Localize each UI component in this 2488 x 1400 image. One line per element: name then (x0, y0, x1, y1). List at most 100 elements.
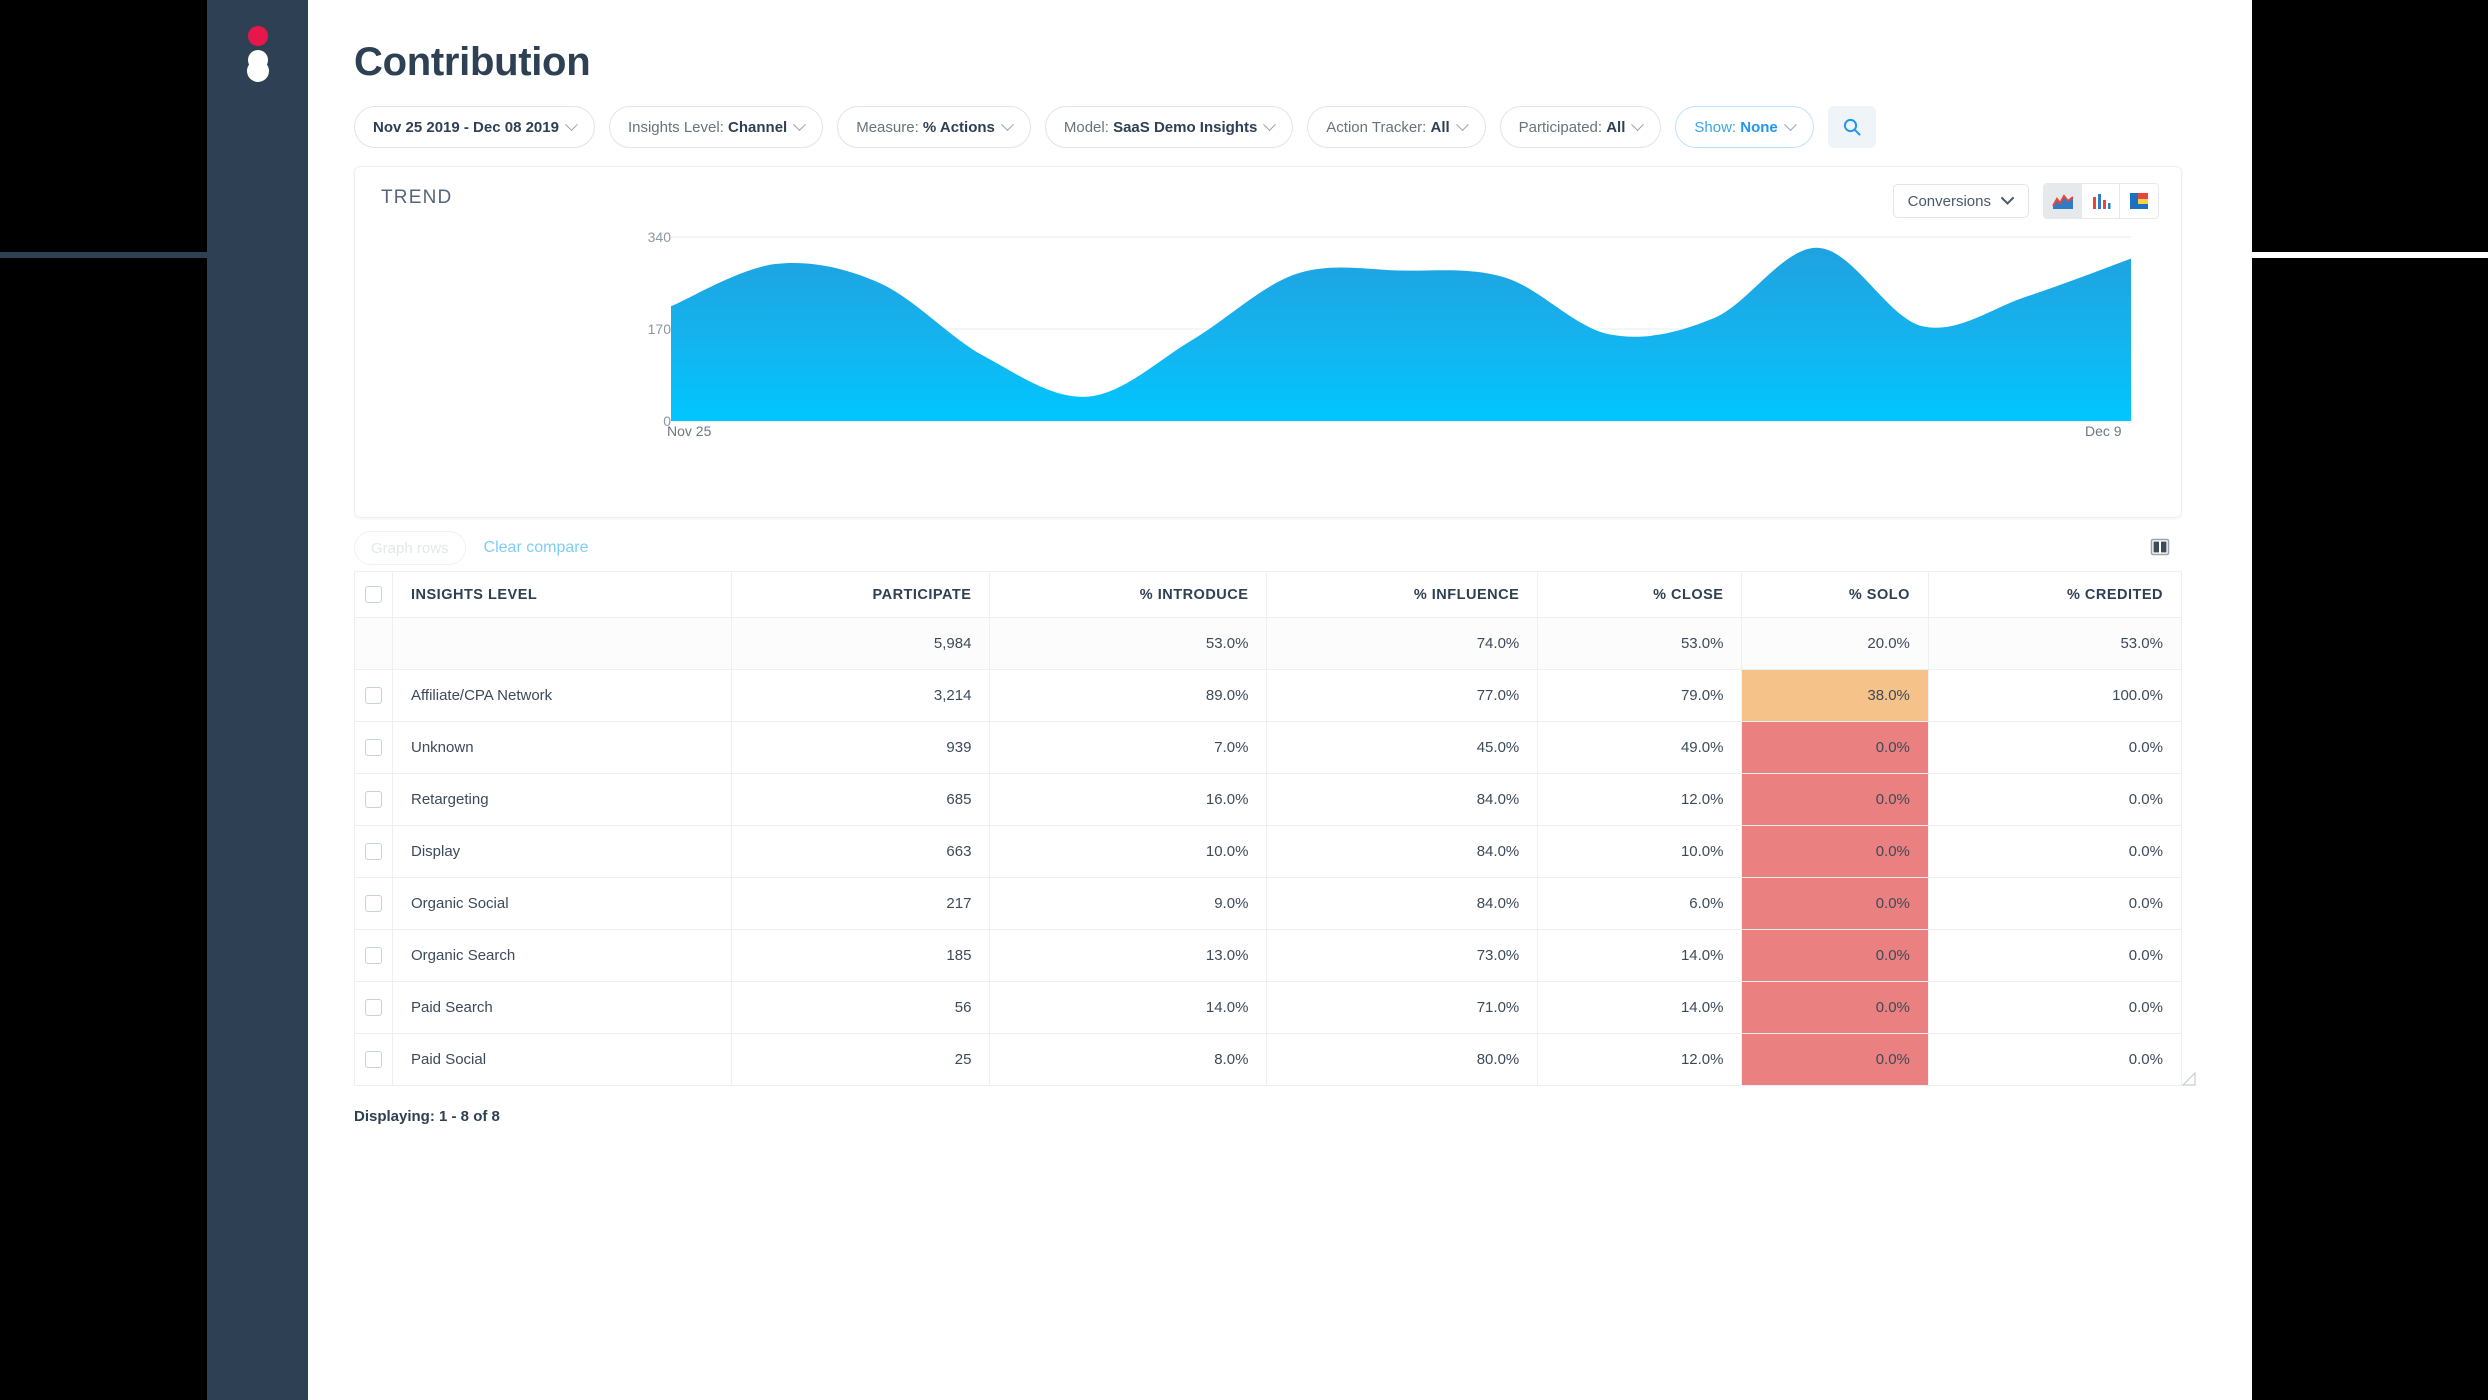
row-solo: 0.0% (1741, 773, 1929, 826)
row-close: 12.0% (1537, 773, 1743, 826)
frame-divider-left (0, 252, 207, 258)
column-header-insights-level[interactable]: INSIGHTS LEVEL (392, 571, 732, 618)
page-title: Contribution (354, 40, 591, 84)
row-checkbox-cell (354, 669, 393, 722)
column-header-participate[interactable]: PARTICIPATE (730, 571, 991, 618)
insights-level-filter-value: Channel (728, 118, 788, 136)
graph-rows-button[interactable]: Graph rows (354, 531, 466, 565)
table-summary-row: 5,984 53.0% 74.0% 53.0% 20.0% 53.0% (354, 617, 2183, 670)
table-row[interactable]: Paid Search 56 14.0% 71.0% 14.0% 0.0% 0.0% (354, 981, 2183, 1034)
columns-layout-icon[interactable] (2150, 537, 2170, 562)
row-introduce: 10.0% (989, 825, 1268, 878)
model-filter-label: Model: SaaS Demo Insights (1064, 119, 1257, 136)
row-credited: 100.0% (1927, 669, 2183, 722)
row-influence: 80.0% (1266, 1033, 1539, 1086)
select-all-checkbox[interactable] (365, 586, 382, 603)
row-checkbox[interactable] (365, 999, 382, 1017)
column-header-solo[interactable]: % SOLO (1741, 571, 1929, 618)
row-name: Paid Search (392, 981, 732, 1034)
clear-compare-link[interactable]: Clear compare (484, 539, 589, 557)
chevron-down-icon (1001, 117, 1014, 131)
measure-filter-lead: Measure: (856, 118, 923, 136)
row-influence: 84.0% (1266, 825, 1539, 878)
chevron-down-icon (565, 117, 578, 131)
action-tracker-filter-label: Action Tracker: All (1326, 119, 1449, 136)
row-solo: 0.0% (1741, 1033, 1929, 1086)
table-row[interactable]: Retargeting 685 16.0% 84.0% 12.0% 0.0% 0.0% (354, 773, 2183, 826)
row-solo: 0.0% (1741, 825, 1929, 878)
app-logo[interactable] (238, 26, 278, 92)
table-row[interactable]: Organic Social 217 9.0% 84.0% 6.0% 0.0% 0.0% (354, 877, 2183, 930)
chart-controls: Conversions (1892, 183, 2159, 219)
date-range-filter-label: Nov 25 2019 - Dec 08 2019 (373, 119, 559, 136)
chevron-down-icon (793, 117, 807, 131)
row-credited: 0.0% (1927, 773, 2183, 826)
logo-white-dot-lower-icon (246, 60, 269, 82)
displaying-count: Displaying: 1 - 8 of 8 (354, 1108, 500, 1125)
table-row[interactable]: Display 663 10.0% 84.0% 10.0% 0.0% 0.0% (354, 825, 2183, 878)
column-header-credited[interactable]: % CREDITED (1927, 571, 2183, 618)
row-participate: 56 (730, 981, 991, 1034)
measure-filter[interactable]: Measure: % Actions (837, 106, 1031, 148)
chevron-down-icon (1455, 117, 1469, 131)
row-checkbox[interactable] (365, 791, 382, 809)
table-header: INSIGHTS LEVEL PARTICIPATE % INTRODUCE %… (354, 571, 2183, 618)
metric-select[interactable]: Conversions (1892, 184, 2029, 218)
row-checkbox-cell (354, 981, 393, 1034)
app-sidebar (207, 0, 308, 1400)
row-close: 12.0% (1537, 1033, 1743, 1086)
x-axis-tick: Nov 25 (667, 423, 712, 439)
row-name: Unknown (392, 721, 732, 774)
page-canvas: Contribution Nov 25 2019 - Dec 08 2019 In… (308, 0, 2252, 1400)
area-chart-icon (2051, 194, 2074, 209)
row-checkbox[interactable] (365, 1051, 382, 1069)
measure-filter-label: Measure: % Actions (856, 119, 995, 136)
row-participate: 939 (730, 721, 991, 774)
model-filter[interactable]: Model: SaaS Demo Insights (1044, 106, 1294, 148)
row-checkbox-cell (354, 825, 393, 878)
row-checkbox-cell (354, 773, 393, 826)
insights-level-filter[interactable]: Insights Level: Channel (608, 106, 824, 148)
column-header-close[interactable]: % CLOSE (1537, 571, 1743, 618)
show-filter[interactable]: Show: None (1675, 106, 1814, 148)
row-checkbox-cell (354, 721, 393, 774)
table-row[interactable]: Organic Search 185 13.0% 73.0% 14.0% 0.0% 0.0% (354, 929, 2183, 982)
row-introduce: 7.0% (989, 721, 1268, 774)
action-tracker-filter[interactable]: Action Tracker: All (1307, 106, 1486, 148)
bar-chart-toggle[interactable] (2082, 184, 2120, 218)
participated-filter[interactable]: Participated: All (1499, 106, 1662, 148)
row-checkbox[interactable] (365, 895, 382, 913)
row-solo: 38.0% (1741, 669, 1929, 722)
row-close: 79.0% (1537, 669, 1743, 722)
column-header-introduce[interactable]: % INTRODUCE (989, 571, 1268, 618)
compare-row: Graph rows Clear compare (354, 525, 2182, 571)
row-influence: 77.0% (1266, 669, 1539, 722)
summary-credited: 53.0% (1927, 617, 2183, 670)
search-icon (1843, 118, 1861, 136)
row-introduce: 89.0% (989, 669, 1268, 722)
table-row[interactable]: Affiliate/CPA Network 3,214 89.0% 77.0% 79.0… (354, 669, 2183, 722)
table-row[interactable]: Paid Social 25 8.0% 80.0% 12.0% 0.0% 0.0% (354, 1033, 2183, 1086)
table-resize-handle[interactable] (2181, 1071, 2196, 1086)
metric-select-label: Conversions (1907, 192, 1991, 210)
search-button[interactable] (1827, 106, 1876, 148)
summary-checkbox-cell (354, 617, 393, 670)
participated-filter-lead: Participated: (1518, 118, 1607, 136)
row-checkbox[interactable] (365, 843, 382, 861)
date-range-filter[interactable]: Nov 25 2019 - Dec 08 2019 (354, 106, 595, 148)
row-checkbox[interactable] (365, 687, 382, 705)
stacked-chart-toggle[interactable] (2120, 184, 2158, 218)
column-header-influence[interactable]: % INFLUENCE (1266, 571, 1539, 618)
row-checkbox[interactable] (365, 947, 382, 965)
table-row[interactable]: Unknown 939 7.0% 45.0% 49.0% 0.0% 0.0% (354, 721, 2183, 774)
area-chart-toggle[interactable] (2044, 184, 2082, 218)
row-introduce: 9.0% (989, 877, 1268, 930)
summary-solo: 20.0% (1741, 617, 1929, 670)
row-close: 49.0% (1537, 721, 1743, 774)
summary-close: 53.0% (1537, 617, 1743, 670)
model-filter-value: SaaS Demo Insights (1113, 118, 1258, 136)
x-axis-tick: Dec 9 (2085, 423, 2122, 439)
row-influence: 73.0% (1266, 929, 1539, 982)
row-checkbox[interactable] (365, 739, 382, 757)
row-participate: 3,214 (730, 669, 991, 722)
